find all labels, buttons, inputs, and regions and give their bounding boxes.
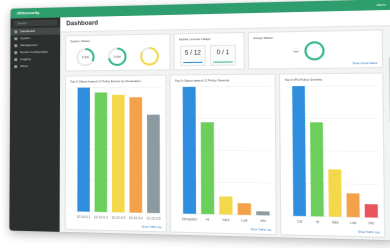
bar-10-10-0-5[interactable] [147,114,160,214]
ring-label-line [293,51,299,53]
bar-info[interactable] [256,211,270,216]
license-stat-bar [183,61,203,64]
brand-logo: JNXsecurity [10,7,61,19]
dashboard-icon [14,30,18,34]
bar-med[interactable] [219,196,233,215]
cpu-gauge-value: 5.2% [78,50,93,65]
ring-hole [306,43,323,59]
license-stat-bar [213,60,233,63]
main-content: Dashboard System Status 5.2% 3.0% Mobile… [60,9,390,240]
info-icon [14,65,18,69]
x-tick-label: 10.10.0.1 [77,215,91,220]
x-tick-label: 10.10.0.2 [94,215,108,220]
memory-gauge: 3.0% [107,47,127,67]
license-stat-value: 0 / 1 [216,49,230,57]
disk-gauge-value [142,49,157,64]
license-stat-value: 5 / 12 [184,50,201,57]
sidebar-item-about[interactable]: About [10,63,60,71]
memory-gauge-value: 3.0% [110,49,125,64]
license-stat: 0 / 1 [209,44,237,66]
card-title: Top 5 Object-based L3 Policy Severity [174,78,230,83]
cpu-gauge: 5.2% [76,47,95,67]
mobile-license-card: Mobile License Usage 5 / 12 0 / 1 [173,32,245,71]
x-tick-label: Info [369,221,375,226]
disk-gauge [140,46,159,66]
x-tick-label: Low [350,220,357,225]
bar-10-10-0-4[interactable] [129,97,143,213]
bar-10-10-0-2[interactable] [94,92,108,213]
card-title: Group Status [253,35,273,41]
bar-chart-ips-severity: Crit Hi Med Low Info [283,83,380,226]
x-tick-label: 10.10.0.3 [111,215,125,220]
x-tick-label: 10.10.0.4 [129,216,143,221]
bar-10-10-0-3[interactable] [111,94,125,213]
show-traffic-log-link[interactable]: Show Traffic Log [251,228,272,232]
management-icon [14,44,18,48]
x-tick-label: Info [260,219,266,224]
x-tick-label: Disruption [182,217,198,222]
bar-low[interactable] [346,193,360,218]
bar-chart-severity: Disruption Hi Med Low Info [174,84,273,224]
bar-crit[interactable] [292,86,306,217]
sidebar-item-label: Dashboard [20,28,35,34]
show-group-status-link[interactable]: Show Group Status [352,62,377,66]
user-menu[interactable]: admin [376,3,385,8]
x-tick-label: Hi [206,217,210,221]
sidebar-item-label: Device Configuration [20,49,48,55]
x-tick-label: Low [241,218,248,223]
x-tick-label: Med [332,220,339,225]
card-title: System Status [70,38,90,44]
group-status-card: Group Status Show Group Status [247,29,384,70]
card-title: Mobile License Usage [178,36,211,42]
page-title: Dashboard [66,20,99,28]
x-tick-label: Crit [297,219,302,224]
card-title: Top 5 IPS Policy Severity [284,77,323,82]
x-tick-label: Hi [316,220,320,225]
sidebar-item-label: About [20,63,28,69]
bar-10-10-0-1[interactable] [77,87,90,212]
group-status-ring [304,41,325,61]
sidebar-item-label: System [20,36,31,41]
sidebar: JNXsecurity Search Dashboard System Manage… [9,7,61,232]
chart-card-1: Top 5 Object-based L3 Policy Events by D… [64,74,167,233]
logging-icon [14,58,18,62]
bar-info[interactable] [364,204,378,218]
bar-low[interactable] [237,203,252,216]
system-status-card: System Status 5.2% 3.0% [65,33,171,72]
system-icon [14,37,18,41]
bar-hi[interactable] [310,122,324,217]
bar-med[interactable] [328,169,342,217]
chart-card-2: Top 5 Object-based L3 Policy Severity Di… [169,73,277,236]
license-stat: 5 / 12 [180,45,206,67]
bar-disruption[interactable] [182,86,197,214]
bar-hi[interactable] [200,122,215,215]
app-window: JNXsecurity Search Dashboard System Manage… [9,0,390,241]
sidebar-search-input[interactable]: Search [13,19,58,27]
bar-chart-destination: 10.10.0.1 10.10.0.2 10.10.0.3 10.10.0.4 10.1… [69,85,163,221]
sidebar-item-label: Management [20,42,38,48]
show-traffic-log-link[interactable]: Show Traffic Log [142,226,162,230]
x-tick-label: 10.10.0.5 [146,216,160,221]
show-traffic-log-link[interactable]: Show Traffic Log [358,231,380,235]
card-title: Top 5 Object-based L3 Policy Events by D… [70,78,142,84]
x-tick-label: Med [223,218,230,222]
chart-card-3: Top 5 IPS Policy Severity Crit Hi Med Low In… [278,72,386,238]
sidebar-item-label: Logging [20,56,31,62]
device-icon [14,51,18,55]
